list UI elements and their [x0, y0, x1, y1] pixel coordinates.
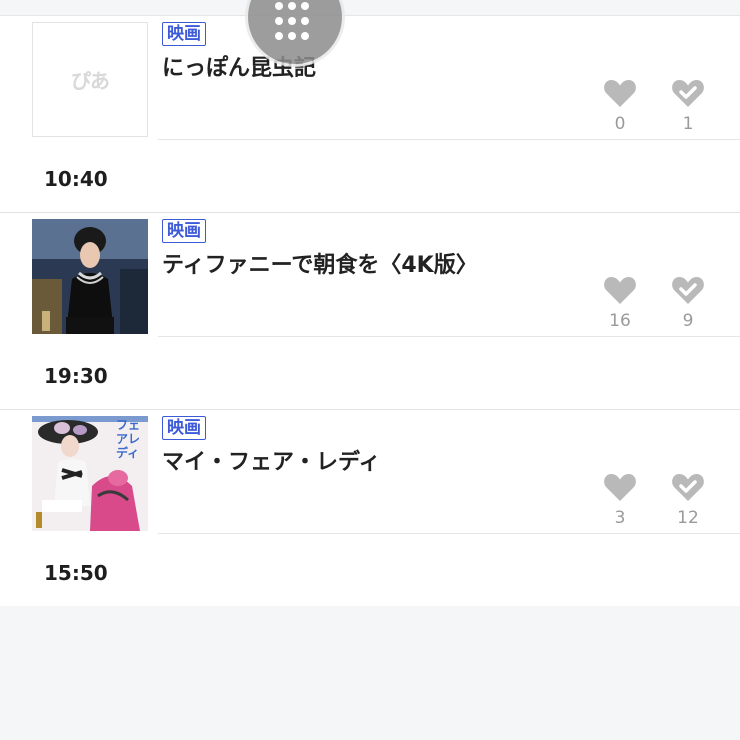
heart-check-icon: [672, 277, 704, 304]
category-badge: 映画: [162, 219, 206, 243]
thumbnail-placeholder[interactable]: ぴあ: [32, 22, 148, 137]
show-time: 10:40: [44, 167, 108, 191]
check-button[interactable]: 1: [668, 78, 708, 134]
thumbnail-poster[interactable]: [32, 219, 148, 334]
heart-check-icon: [672, 80, 704, 107]
heart-check-icon: [672, 474, 704, 501]
like-count: 0: [614, 114, 626, 134]
like-count: 3: [614, 508, 626, 528]
category-badge: 映画: [162, 22, 206, 46]
heart-icon: [604, 474, 636, 501]
thumbnail-poster[interactable]: フェアレディ: [32, 416, 148, 531]
poster-title-text: フェアレディ: [116, 418, 141, 460]
like-button[interactable]: 16: [600, 275, 640, 331]
show-time: 19:30: [44, 364, 108, 388]
check-button[interactable]: 12: [668, 472, 708, 528]
pia-logo: ぴあ: [71, 69, 110, 93]
heart-icon: [604, 277, 636, 304]
check-count: 12: [677, 508, 699, 528]
category-badge: 映画: [162, 416, 206, 440]
list-item[interactable]: ぴあ 映画 にっぽん昆虫記 0 1 10:40: [0, 16, 740, 213]
heart-icon: [604, 80, 636, 107]
check-count: 1: [682, 114, 694, 134]
item-divider: [158, 139, 740, 140]
like-count: 16: [609, 311, 631, 331]
check-button[interactable]: 9: [668, 275, 708, 331]
empty-area: [0, 606, 740, 740]
item-divider: [158, 336, 740, 337]
grid-dots-icon: [275, 2, 315, 42]
list-item[interactable]: フェアレディ 映画 マイ・フェア・レディ 3 12 15:50: [0, 410, 740, 607]
show-time: 15:50: [44, 561, 108, 585]
poster-image: [32, 219, 148, 334]
like-button[interactable]: 0: [600, 78, 640, 134]
check-count: 9: [682, 311, 694, 331]
list-item[interactable]: 映画 ティファニーで朝食を〈4K版〉 16 9 19:30: [0, 213, 740, 410]
like-button[interactable]: 3: [600, 472, 640, 528]
item-divider: [158, 533, 740, 534]
